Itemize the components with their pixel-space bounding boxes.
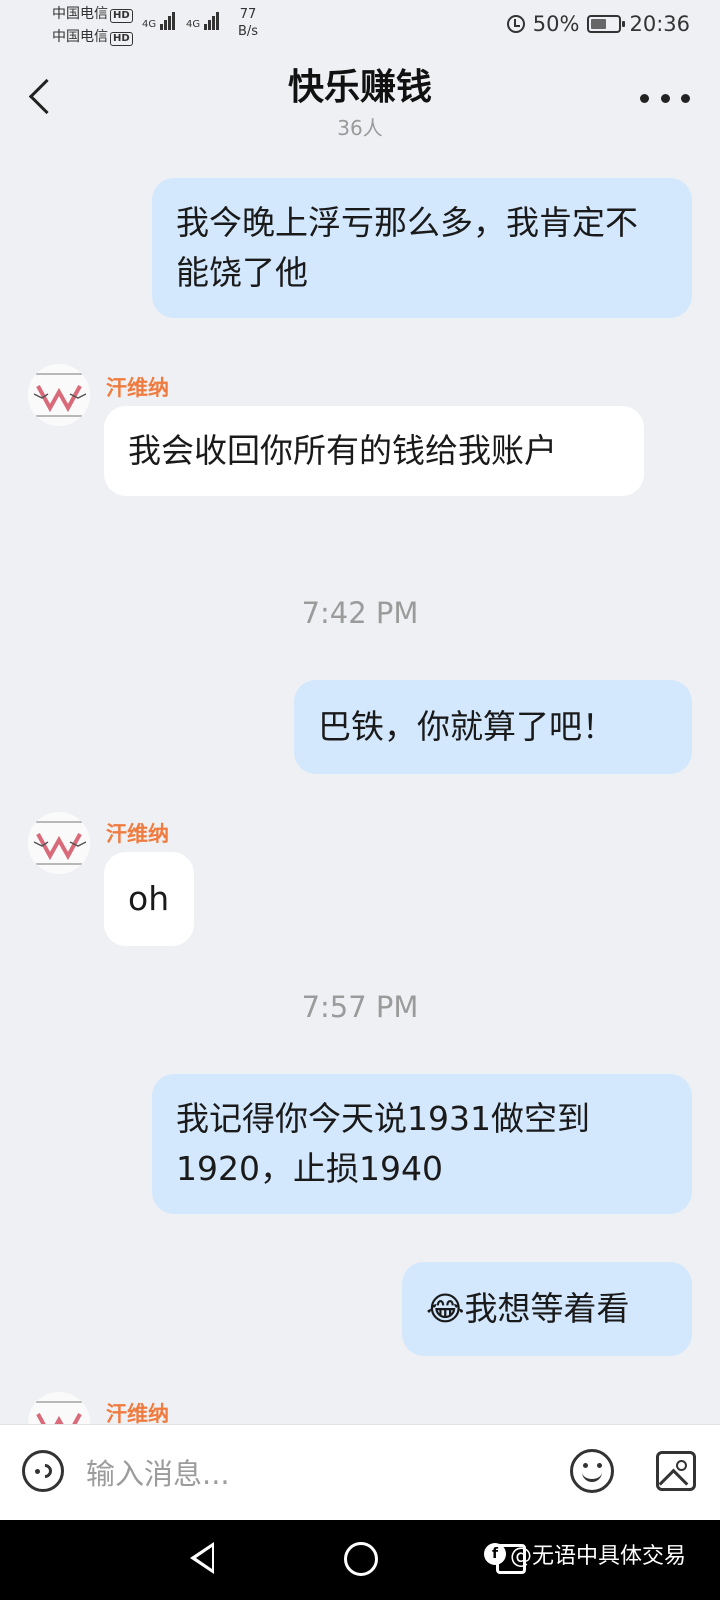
clock: 20:36: [629, 12, 690, 36]
voice-input-button[interactable]: [22, 1450, 64, 1492]
chat-title: 快乐赚钱: [287, 67, 432, 108]
status-right: 50% 20:36: [506, 12, 690, 36]
avatar-image: [28, 812, 90, 874]
watermark-text: @无语中具体交易: [510, 1544, 687, 1569]
carrier-2: 中国电信 HD: [52, 29, 133, 46]
carrier-1: 中国电信 HD: [52, 6, 133, 23]
message-input[interactable]: [84, 1445, 528, 1503]
watermark: f @无语中具体交易: [484, 1538, 686, 1570]
image-button[interactable]: [656, 1451, 696, 1491]
more-options-button[interactable]: [640, 88, 690, 108]
avatar[interactable]: [28, 1392, 90, 1424]
chat-header: 快乐赚钱 36人: [0, 48, 720, 148]
nav-home-button[interactable]: [344, 1542, 378, 1576]
avatar-image: [28, 364, 90, 426]
avatar[interactable]: [28, 364, 90, 426]
signal-icon-2: 4G: [186, 12, 220, 30]
alarm-icon: [506, 15, 525, 33]
avatar[interactable]: [28, 812, 90, 874]
watermark-logo-icon: f: [484, 1543, 506, 1565]
message-bubble-outgoing[interactable]: 😂我想等着看: [402, 1262, 692, 1356]
message-bubble-outgoing[interactable]: 巴铁，你就算了吧！: [294, 680, 692, 774]
network-speed: 77 B/s: [238, 7, 259, 39]
sender-name[interactable]: 汗维纳: [106, 372, 169, 402]
sender-name[interactable]: 汗维纳: [106, 818, 169, 848]
status-bar: 中国电信 HD 中国电信 HD 4G 4G 77 B/s 50% 20:36: [0, 0, 720, 48]
member-count: 36人: [337, 116, 383, 140]
message-bubble-outgoing[interactable]: 我记得你今天说1931做空到1920，止损1940: [152, 1074, 692, 1214]
hd-badge: HD: [110, 9, 133, 23]
message-bubble-incoming[interactable]: oh: [104, 852, 194, 946]
avatar-image: [28, 1392, 90, 1424]
hd-badge: HD: [110, 32, 133, 46]
signal-icon-1: 4G: [142, 12, 176, 30]
timestamp: 7:57 PM: [301, 990, 419, 1024]
message-input-bar: [0, 1424, 720, 1521]
message-bubble-incoming[interactable]: 我会收回你所有的钱给我账户: [104, 406, 644, 496]
emoji-button[interactable]: [570, 1449, 614, 1493]
timestamp: 7:42 PM: [301, 596, 419, 630]
battery-icon: [587, 15, 626, 33]
nav-back-button[interactable]: [190, 1542, 214, 1574]
battery-percent: 50%: [532, 12, 580, 36]
message-bubble-outgoing[interactable]: 我今晚上浮亏那么多，我肯定不能饶了他: [152, 178, 692, 318]
system-nav-bar: f @无语中具体交易: [0, 1520, 720, 1600]
